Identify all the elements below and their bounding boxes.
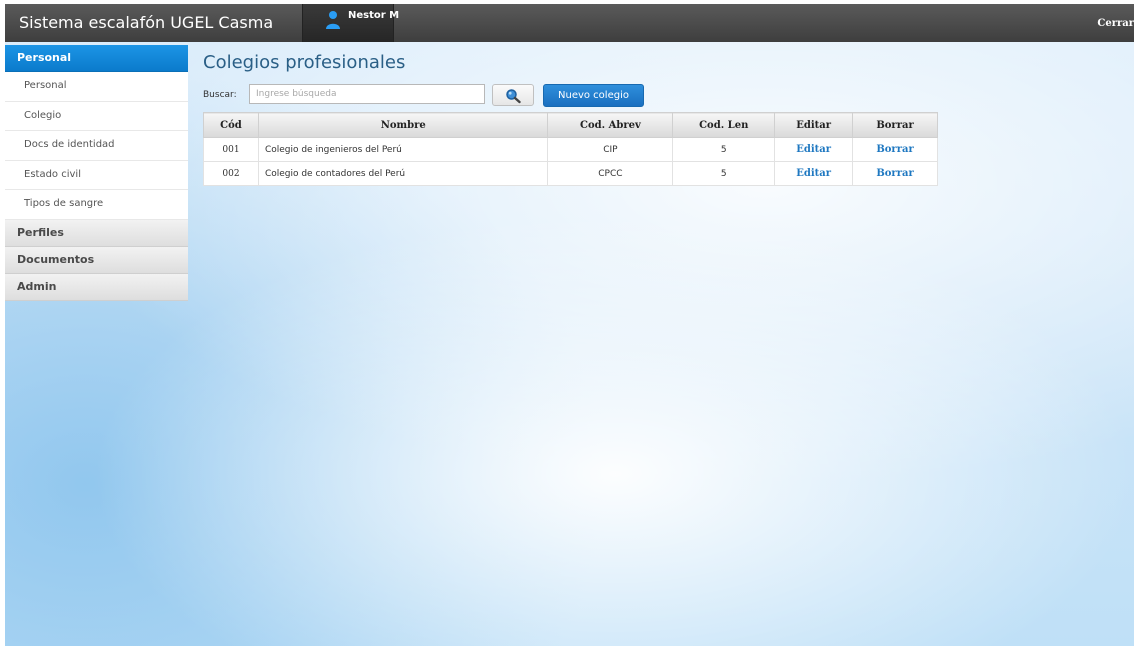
user-name: Nestor M [348, 10, 400, 21]
user-icon [326, 11, 340, 29]
column-header-cod[interactable]: Cód [203, 112, 259, 138]
page-title: Colegios profesionales [203, 52, 406, 73]
colegios-table: Cód Nombre Cod. Abrev Cod. Len Editar Bo… [203, 112, 938, 186]
sidebar-personal-submenu: Personal Colegio Docs de identidad Estad… [5, 72, 188, 220]
cell-nombre: Colegio de contadores del Perú [257, 161, 549, 186]
sidebar: Personal Personal Colegio Docs de identi… [5, 45, 188, 301]
edit-link[interactable]: Editar [774, 161, 854, 186]
cell-cod: 002 [203, 161, 259, 186]
cell-cod: 001 [203, 137, 259, 162]
search-label: Buscar: [203, 90, 237, 100]
table-row: 002 Colegio de contadores del Perú CPCC … [203, 161, 938, 186]
new-colegio-button[interactable]: Nuevo colegio [543, 84, 644, 107]
sidebar-section-personal[interactable]: Personal [5, 45, 188, 72]
sidebar-item-colegio[interactable]: Colegio [5, 102, 188, 131]
search-icon [506, 89, 521, 104]
column-header-editar: Editar [774, 112, 854, 138]
sidebar-section-admin[interactable]: Admin [5, 273, 188, 301]
sidebar-item-personal[interactable]: Personal [5, 72, 188, 102]
delete-link[interactable]: Borrar [852, 137, 938, 162]
cell-nombre: Colegio de ingenieros del Perú [257, 137, 549, 162]
search-button[interactable] [492, 84, 534, 106]
cell-len: 5 [672, 137, 776, 162]
table-header-row: Cód Nombre Cod. Abrev Cod. Len Editar Bo… [203, 112, 938, 138]
logout-link[interactable]: Cerrar [1097, 18, 1134, 29]
search-input[interactable] [249, 84, 485, 104]
app-window: Sistema escalafón UGEL Casma Nestor M Ce… [5, 4, 1134, 646]
sidebar-item-tipos-sangre[interactable]: Tipos de sangre [5, 190, 188, 220]
table-row: 001 Colegio de ingenieros del Perú CIP 5… [203, 137, 938, 162]
sidebar-item-docs-identidad[interactable]: Docs de identidad [5, 131, 188, 161]
column-header-nombre[interactable]: Nombre [257, 112, 549, 138]
app-title: Sistema escalafón UGEL Casma [19, 13, 274, 32]
column-header-len[interactable]: Cod. Len [672, 112, 776, 138]
edit-link[interactable]: Editar [774, 137, 854, 162]
cell-abrev: CIP [547, 137, 674, 162]
sidebar-section-perfiles[interactable]: Perfiles [5, 219, 188, 247]
cell-abrev: CPCC [547, 161, 674, 186]
sidebar-section-documentos[interactable]: Documentos [5, 246, 188, 274]
top-bar: Sistema escalafón UGEL Casma Nestor M Ce… [5, 4, 1134, 42]
sidebar-item-estado-civil[interactable]: Estado civil [5, 161, 188, 190]
delete-link[interactable]: Borrar [852, 161, 938, 186]
column-header-abrev[interactable]: Cod. Abrev [547, 112, 674, 138]
column-header-borrar: Borrar [852, 112, 938, 138]
user-menu[interactable]: Nestor M [302, 4, 399, 42]
cell-len: 5 [672, 161, 776, 186]
